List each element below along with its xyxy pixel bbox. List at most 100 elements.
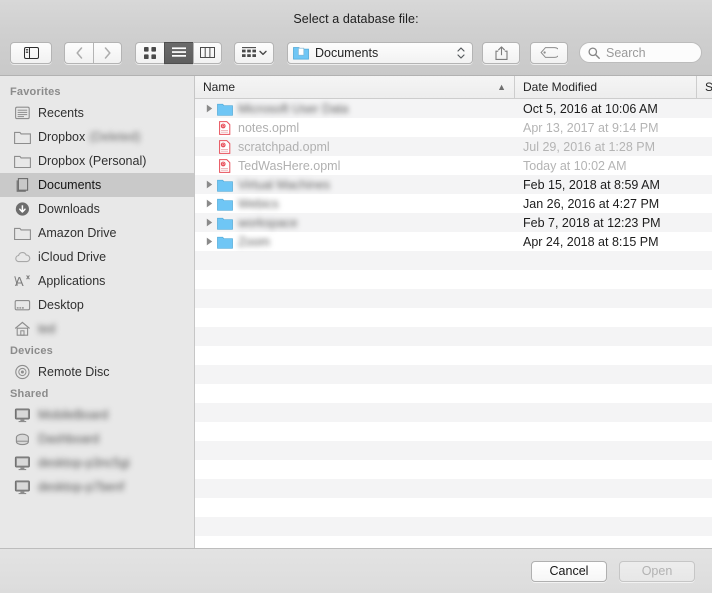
cancel-button[interactable]: Cancel (531, 560, 607, 582)
svg-text:O: O (222, 162, 225, 166)
sidebar-item-dashboard[interactable]: Dashboard (0, 427, 194, 451)
sidebar-item-recents[interactable]: Recents (0, 101, 194, 125)
row-date-modified: Jul 29, 2016 at 1:28 PM (523, 139, 656, 154)
folder-icon (14, 225, 31, 242)
sidebar-item-label: Downloads (38, 202, 100, 216)
title-bar: Select a database file: (0, 0, 712, 30)
forward-button[interactable] (93, 41, 122, 64)
empty-row (195, 270, 712, 289)
sidebar-item-documents[interactable]: Documents (0, 173, 194, 197)
opml-document-icon: O (217, 158, 233, 174)
folder-icon (217, 103, 233, 116)
table-row[interactable]: Virtual Machines Feb 15, 2018 at 8:59 AM (195, 175, 712, 194)
recents-icon (15, 106, 30, 120)
folder-icon (14, 129, 31, 146)
sidebar-item-desktop-p3nc5gi[interactable]: desktop-p3nc5gi (0, 451, 194, 475)
sidebar-item-remote-disc[interactable]: Remote Disc (0, 360, 194, 384)
folder-icon (14, 227, 31, 241)
row-name-label: Webics (238, 196, 279, 211)
svg-text:O: O (222, 124, 225, 128)
table-row[interactable]: Onotes.opml Apr 13, 2017 at 9:14 PM (195, 118, 712, 137)
chevron-down-icon (258, 50, 267, 55)
table-row[interactable]: Zoom Apr 24, 2018 at 8:15 PM (195, 232, 712, 251)
sort-ascending-icon: ▲ (497, 81, 506, 92)
disclosure-triangle-icon[interactable] (201, 180, 217, 189)
downloads-icon (15, 202, 29, 216)
empty-row (195, 498, 712, 517)
empty-row (195, 422, 712, 441)
search-icon (588, 46, 600, 59)
share-button[interactable] (482, 41, 520, 64)
sidebar-item-icloud-drive[interactable]: iCloud Drive (0, 245, 194, 269)
icloud-icon (14, 249, 31, 266)
sidebar-item-label: MobileBoard (38, 408, 109, 422)
display-icon (14, 455, 31, 472)
sidebar-item-dropbox-personal[interactable]: Dropbox (Personal) (0, 149, 194, 173)
sidebar-item-label: iCloud Drive (38, 250, 107, 264)
empty-row (195, 479, 712, 498)
row-name-label: workspace (238, 215, 298, 230)
sidebar-item-mobileboard[interactable]: MobileBoard (0, 403, 194, 427)
disclosure-triangle-icon[interactable] (201, 199, 217, 208)
search-input[interactable]: Search (579, 42, 702, 63)
column-header-size[interactable]: S (697, 76, 712, 98)
table-row[interactable]: Microsoft User Data Oct 5, 2016 at 10:06 … (195, 99, 712, 118)
sidebar-item-ted[interactable]: ted (0, 317, 194, 341)
documents-folder-icon (293, 47, 309, 60)
empty-row (195, 289, 712, 308)
column-header-size-label: S (705, 80, 712, 94)
disclosure-triangle-icon[interactable] (201, 218, 217, 227)
open-button[interactable]: Open (619, 560, 695, 582)
table-row[interactable]: workspace Feb 7, 2018 at 12:23 PM (195, 213, 712, 232)
applications-icon: A (14, 274, 30, 289)
icon-view-button[interactable] (135, 41, 164, 64)
svg-text:O: O (222, 143, 225, 147)
table-row[interactable]: Webics Jan 26, 2016 at 4:27 PM (195, 194, 712, 213)
optical-disc-icon (14, 364, 31, 381)
folder-icon (14, 153, 31, 170)
sidebar-item-downloads[interactable]: Downloads (0, 197, 194, 221)
applications-icon: A (14, 273, 31, 290)
sidebar-section-header: Favorites (10, 86, 61, 98)
empty-row (195, 441, 712, 460)
sidebar-item-desktop-p7benf[interactable]: desktop-p7benf (0, 475, 194, 499)
opml-document-icon: O (219, 120, 231, 135)
display-icon (14, 407, 31, 424)
optical-disc-icon (15, 364, 30, 380)
row-name-label: TedWasHere.opml (238, 158, 341, 173)
icon-view-icon (144, 46, 156, 59)
desktop-icon (14, 300, 31, 311)
table-row[interactable]: O TedWasHere.opml Today at 10:02 AM (195, 156, 712, 175)
row-name-cell: O TedWasHere.opml (195, 158, 515, 174)
sidebar-item-dropbox[interactable]: Dropbox (Deleted) (0, 125, 194, 149)
sidebar-section-header: Devices (10, 345, 53, 357)
column-view-icon (200, 47, 215, 58)
back-button[interactable] (64, 41, 93, 64)
folder-icon (217, 217, 233, 230)
column-view-button[interactable] (193, 41, 222, 64)
column-header-date-modified[interactable]: Date Modified (515, 76, 697, 98)
sidebar-item-applications[interactable]: A Applications (0, 269, 194, 293)
sidebar-item-label: Dropbox (Personal) (38, 154, 147, 168)
sidebar-toggle-button[interactable] (10, 41, 52, 64)
disclosure-triangle-icon[interactable] (201, 237, 217, 246)
empty-row (195, 384, 712, 403)
table-row[interactable]: Oscratchpad.opml Jul 29, 2016 at 1:28 PM (195, 137, 712, 156)
list-view-button[interactable] (164, 41, 193, 64)
sidebar-item-desktop[interactable]: Desktop (0, 293, 194, 317)
arrange-by-button[interactable] (234, 41, 274, 64)
icloud-icon (15, 252, 31, 263)
tag-button[interactable] (530, 41, 568, 64)
row-name-label: Zoom (238, 234, 270, 249)
sidebar-item-amazon-drive[interactable]: Amazon Drive (0, 221, 194, 245)
home-icon (14, 321, 30, 336)
recents-icon (14, 105, 31, 122)
file-rows[interactable]: Microsoft User Data Oct 5, 2016 at 10:06 … (195, 99, 712, 548)
row-name-cell: Microsoft User Data (195, 101, 515, 117)
path-popup-button[interactable]: Documents (287, 41, 473, 64)
display-icon (14, 479, 31, 496)
sidebar-item-label: Documents (38, 178, 102, 192)
chevron-down-icon (457, 53, 465, 59)
column-header-name[interactable]: Name ▲ (195, 76, 515, 98)
disclosure-triangle-icon[interactable] (201, 104, 217, 113)
